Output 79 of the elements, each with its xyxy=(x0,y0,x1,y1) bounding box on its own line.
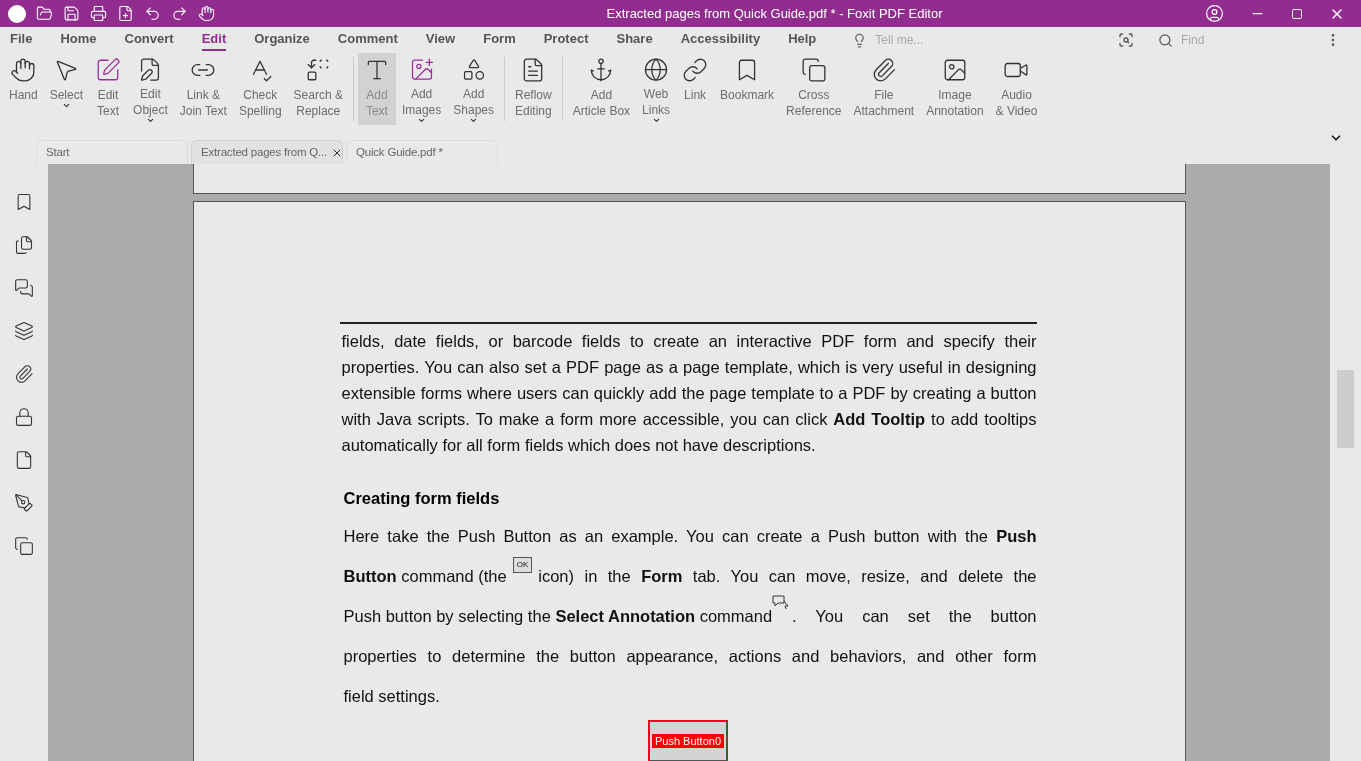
menu-tab[interactable]: Organize xyxy=(254,29,310,51)
search-icon xyxy=(1158,32,1173,48)
paragraph-text: Button command (the xyxy=(343,565,507,587)
ribbon-button[interactable]: Search & Replace xyxy=(287,53,349,125)
menu-tab[interactable]: Form xyxy=(483,29,516,51)
layers-icon[interactable] xyxy=(14,321,34,341)
ribbon-button[interactable]: Add Article Box xyxy=(566,53,637,125)
paragraph-text: Here take the Push Button as an example. You can create a Push button with the Push xyxy=(343,525,1037,547)
comments-icon[interactable] xyxy=(14,278,34,298)
menu-tab[interactable]: Home xyxy=(60,29,97,51)
globe-icon xyxy=(643,57,670,83)
dropdown-caret-icon xyxy=(61,101,71,110)
ribbon-button[interactable]: Hand xyxy=(3,53,44,125)
lock-icon[interactable] xyxy=(14,407,34,427)
window-title: Extracted pages from Quick Guide.pdf * - Foxit PDF Editor xyxy=(605,4,944,23)
ribbon-button[interactable]: Web Links xyxy=(636,53,677,125)
document-tab[interactable]: Extracted pages from Q... xyxy=(191,140,343,164)
save-icon[interactable] xyxy=(63,5,80,22)
ribbon-button[interactable]: Add Shapes xyxy=(447,53,500,125)
ribbon-button[interactable]: Select xyxy=(43,53,90,125)
tell-me-field[interactable]: Tell me... xyxy=(875,31,1076,49)
paragraph-text: field settings. xyxy=(343,685,441,707)
pages-icon[interactable] xyxy=(14,235,34,255)
ribbon-button[interactable]: Bookmark xyxy=(714,53,781,125)
ribbon-button[interactable]: Image Annotation xyxy=(920,53,990,125)
select-annotation-icon xyxy=(772,594,791,611)
new-file-icon[interactable] xyxy=(117,5,134,22)
paragraph-text: . You can set the button xyxy=(792,605,1037,627)
ribbon-button[interactable]: Check Spelling xyxy=(232,53,288,125)
paragraph: fields, date fields, or barcode fields to create an interactive PDF form and specify their properties. You can also set a PDF page as a page template, which is very useful in designing extensible forms where users can quickly add the page template to a PDF by creating a button with Java scripts. To make a form more accessible, you can click Add Tooltip to add tooltips automatically for all form fields which does not have descriptions. xyxy=(340,331,1037,456)
dropdown-caret-icon xyxy=(417,116,427,125)
menu-tab[interactable]: Edit xyxy=(201,29,227,51)
account-icon[interactable] xyxy=(1205,4,1224,23)
ribbon-button[interactable]: Link xyxy=(676,53,715,125)
copy-icon xyxy=(800,57,827,83)
ok-button-icon: OK xyxy=(512,556,533,573)
menu-tab[interactable]: Convert xyxy=(124,29,174,51)
dropdown-caret-icon xyxy=(469,116,479,125)
section-heading: Creating form fields xyxy=(342,488,501,509)
print-icon[interactable] xyxy=(90,5,107,22)
document-icon[interactable] xyxy=(14,450,34,470)
ribbon-button[interactable]: Cross Reference xyxy=(780,53,848,125)
find-field[interactable]: Find xyxy=(1181,31,1301,49)
menu-tab[interactable]: View xyxy=(425,29,456,51)
ribbon-button[interactable]: Edit Object xyxy=(127,53,174,125)
push-button-widget[interactable]: Push Button0 xyxy=(649,720,727,761)
paragraph-text: properties to determine the button appearance, actions and behaviors, and other form xyxy=(343,645,1037,667)
link-icon xyxy=(682,57,709,83)
ribbon-button[interactable]: File Attachment xyxy=(847,53,921,125)
redo-icon[interactable] xyxy=(171,5,188,22)
paragraph-text: Push button by selecting the Select Annotation command xyxy=(343,605,773,627)
ribbon-button[interactable]: Add Text xyxy=(357,53,396,125)
undo-icon[interactable] xyxy=(144,5,161,22)
ribbon-button[interactable]: Audio & Video xyxy=(989,53,1044,125)
hand-icon[interactable] xyxy=(198,5,215,22)
menu-tab[interactable]: Protect xyxy=(543,29,589,51)
paperclip-icon[interactable] xyxy=(14,364,34,384)
folder-icon[interactable] xyxy=(36,5,53,22)
text-box-icon xyxy=(95,57,122,83)
dropdown-caret-icon xyxy=(651,116,661,125)
ribbon-button[interactable]: Add Images xyxy=(395,53,448,125)
search-options-icon[interactable] xyxy=(1118,32,1134,48)
menu-tab[interactable]: File xyxy=(10,29,33,51)
paragraph-text: icon) in the Form tab. You can move, resize, and delete the xyxy=(538,565,1037,587)
document-tab[interactable]: Start xyxy=(36,140,188,164)
menu-tab[interactable]: Share xyxy=(616,29,653,51)
ribbon-button[interactable]: Edit Text xyxy=(89,53,128,125)
app-logo-icon xyxy=(8,4,26,23)
ribbon-button[interactable]: Link & Join Text xyxy=(173,53,233,125)
copy-icon[interactable] xyxy=(14,536,34,556)
signature-icon[interactable] xyxy=(14,493,34,513)
menu-tab[interactable]: Comment xyxy=(337,29,398,51)
menu-tab[interactable]: Accessibility xyxy=(680,29,761,51)
maximize-icon[interactable] xyxy=(1291,7,1303,20)
menu-tab[interactable]: Help xyxy=(788,29,817,51)
ribbon-button[interactable]: Reflow Editing xyxy=(509,53,558,125)
document-tab[interactable]: Quick Guide.pdf * xyxy=(346,140,498,164)
hand-icon xyxy=(10,57,37,83)
dropdown-caret-icon xyxy=(145,116,155,125)
